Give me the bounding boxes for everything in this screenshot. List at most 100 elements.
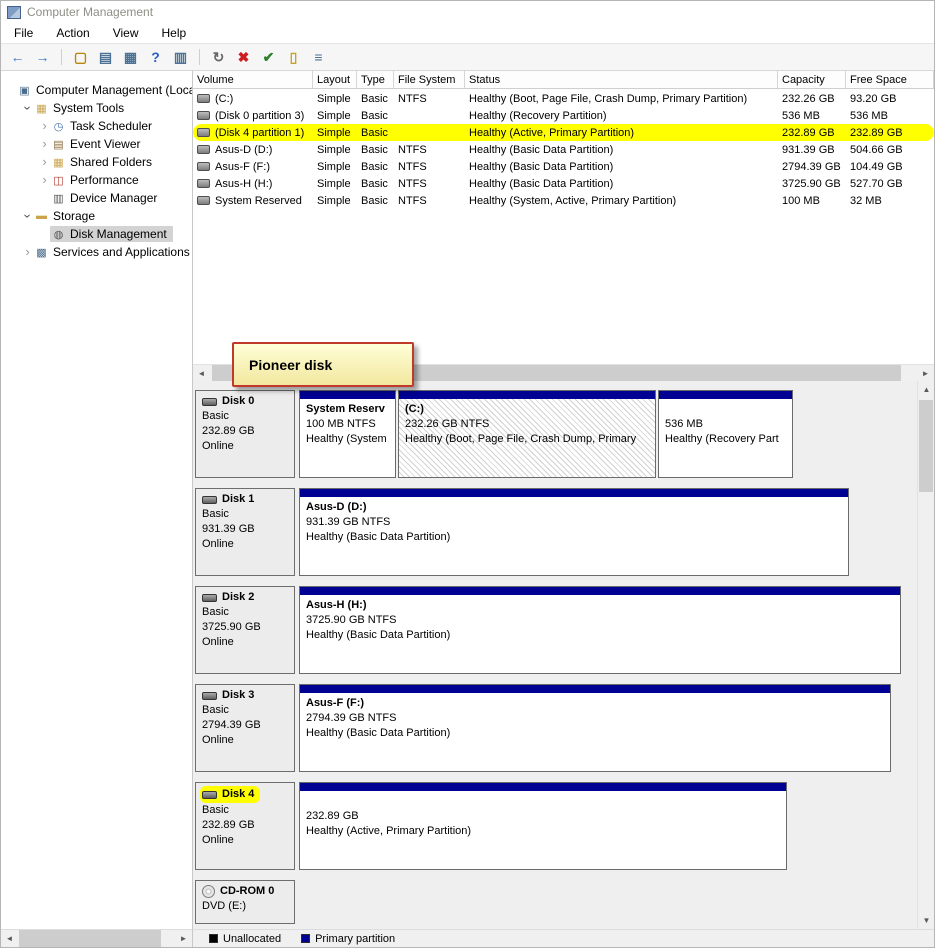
chevron-right-icon[interactable]: ›	[39, 155, 50, 168]
partition-size: 2794.39 GB NTFS	[306, 712, 397, 724]
disk-name: Disk 2	[222, 591, 255, 603]
column-header-layout[interactable]: Layout	[313, 71, 357, 88]
disk-info-disk-3[interactable]: Disk 3 Basic 2794.39 GB Online	[195, 684, 295, 772]
menu-action[interactable]: Action	[53, 25, 92, 41]
disk-name: Disk 4	[222, 788, 255, 800]
column-header-volume[interactable]: Volume	[193, 71, 313, 88]
volume-icon	[197, 94, 210, 103]
scroll-left-icon[interactable]: ◄	[193, 365, 210, 382]
menu-file[interactable]: File	[11, 25, 36, 41]
partition-name: Asus-F (F:)	[306, 697, 365, 709]
chevron-right-icon[interactable]: ›	[39, 173, 50, 186]
tree-item-shared-folders[interactable]: › ▦ Shared Folders	[1, 153, 192, 171]
column-header-type[interactable]: Type	[357, 71, 394, 88]
properties-icon[interactable]: ▦	[119, 46, 142, 68]
volume-row-disk-4-partition-1[interactable]: (Disk 4 partition 1) Simple Basic Healthy (…	[193, 124, 934, 141]
disk-info-disk-2[interactable]: Disk 2 Basic 3725.90 GB Online	[195, 586, 295, 674]
disk-row-disk-3: Disk 3 Basic 2794.39 GB Online Asus-F (F:) 27…	[195, 684, 915, 772]
chevron-right-icon[interactable]: ›	[39, 137, 50, 150]
disk-info-disk-0[interactable]: Disk 0 Basic 232.89 GB Online	[195, 390, 295, 478]
disk-info-cd-rom-0[interactable]: CD-ROM 0 DVD (E:)	[195, 880, 295, 924]
column-header-status[interactable]: Status	[465, 71, 778, 88]
tree-item-system-tools[interactable]: › ▦ System Tools	[1, 99, 192, 117]
delete-volume-icon[interactable]: ✖	[232, 46, 255, 68]
tree-horizontal-scrollbar[interactable]: ◄ ►	[1, 929, 193, 947]
cell-layout: Simple	[317, 143, 351, 156]
volume-name: (Disk 0 partition 3)	[215, 109, 305, 122]
partition-asus-f-f[interactable]: Asus-F (F:) 2794.39 GB NTFS Healthy (Basic…	[299, 684, 891, 772]
menu-help[interactable]: Help	[159, 25, 190, 41]
partitions: Asus-F (F:) 2794.39 GB NTFS Healthy (Basic…	[299, 684, 891, 772]
forward-icon[interactable]: →	[31, 46, 54, 68]
partition-disk-0-unlabeled[interactable]: 536 MB Healthy (Recovery Part	[658, 390, 793, 478]
disk-info-disk-4[interactable]: Disk 4 Basic 232.89 GB Online	[195, 782, 295, 870]
volume-name: Asus-H (H:)	[215, 177, 273, 190]
views-icon[interactable]: ▥	[169, 46, 192, 68]
column-header-file-system[interactable]: File System	[394, 71, 465, 88]
show-console-tree-icon[interactable]: ▢	[61, 46, 92, 68]
scroll-up-icon[interactable]: ▲	[918, 381, 934, 398]
scroll-down-icon[interactable]: ▼	[918, 912, 934, 929]
volume-row-disk-0-partition-3[interactable]: (Disk 0 partition 3) Simple Basic Healthy (…	[193, 107, 934, 124]
menu-view[interactable]: View	[110, 25, 142, 41]
tree-item-label: System Tools	[53, 101, 125, 115]
partition-asus-d-d[interactable]: Asus-D (D:) 931.39 GB NTFS Healthy (Basic …	[299, 488, 849, 576]
scroll-right-icon[interactable]: ►	[917, 365, 934, 382]
legend-label: Primary partition	[315, 932, 396, 945]
volume-row-asus-h-h[interactable]: Asus-H (H:) Simple Basic NTFS Healthy (Basic…	[193, 175, 934, 192]
partition-c[interactable]: (C:) 232.26 GB NTFS Healthy (Boot, Page Fi…	[398, 390, 656, 478]
cd-rom-icon	[202, 885, 215, 898]
chevron-down-icon[interactable]: ›	[21, 211, 36, 222]
partition-system-reserv[interactable]: System Reserv 100 MB NTFS Healthy (System	[299, 390, 396, 478]
disk-name: CD-ROM 0	[220, 885, 275, 897]
tree-item-computer-management-local[interactable]: ▣ Computer Management (Local	[1, 81, 192, 99]
volume-row-asus-f-f[interactable]: Asus-F (F:) Simple Basic NTFS Healthy (Basic…	[193, 158, 934, 175]
tree-item-label: Shared Folders	[70, 155, 153, 169]
column-header-capacity[interactable]: Capacity	[778, 71, 846, 88]
new-volume-icon[interactable]: ▯	[282, 46, 305, 68]
column-header-free-space[interactable]: Free Space	[846, 71, 934, 88]
disk-title-highlight: CD-ROM 0	[202, 884, 277, 899]
partition-asus-h-h[interactable]: Asus-H (H:) 3725.90 GB NTFS Healthy (Basic…	[299, 586, 901, 674]
details-view-icon[interactable]: ≡	[307, 46, 330, 68]
chevron-right-icon[interactable]: ›	[22, 245, 33, 258]
disk-graphic-panel: Disk 0 Basic 232.89 GB Online System Reserv 1…	[193, 381, 934, 929]
export-list-icon[interactable]: ▤	[94, 46, 117, 68]
back-icon[interactable]: ←	[6, 46, 29, 68]
tree-scrollbar-track[interactable]	[18, 930, 175, 947]
tree-scroll-right-icon[interactable]: ►	[175, 930, 192, 947]
tree-item-performance[interactable]: › ◫ Performance	[1, 171, 192, 189]
cell-status: Healthy (Basic Data Partition)	[469, 177, 614, 190]
refresh-icon[interactable]: ↻	[199, 46, 230, 68]
tree-item-services-and-applications[interactable]: › ▩ Services and Applications	[1, 243, 192, 261]
disk-row-disk-1: Disk 1 Basic 931.39 GB Online Asus-D (D:) 931…	[195, 488, 915, 576]
tree-scroll-left-icon[interactable]: ◄	[1, 930, 18, 947]
disk-info-disk-1[interactable]: Disk 1 Basic 931.39 GB Online	[195, 488, 295, 576]
tree-item-body: ▣ Computer Management (Local	[16, 82, 192, 98]
volume-cell: Asus-F (F:)	[193, 161, 313, 173]
disk-scrollbar-thumb[interactable]	[919, 400, 933, 492]
cell-type: Basic	[361, 92, 388, 105]
chevron-down-icon[interactable]: ›	[21, 103, 36, 114]
tree-item-storage[interactable]: › ▬ Storage	[1, 207, 192, 225]
tree-item-task-scheduler[interactable]: › ◷ Task Scheduler	[1, 117, 192, 135]
disk-scrollbar-track[interactable]	[918, 398, 934, 912]
computer-icon: ▣	[19, 84, 30, 97]
help-icon[interactable]: ?	[144, 46, 167, 68]
cell-free-space: 93.20 GB	[850, 92, 897, 105]
cell-capacity: 232.26 GB	[782, 92, 835, 105]
volume-row-asus-d-d[interactable]: Asus-D (D:) Simple Basic NTFS Healthy (Basic…	[193, 141, 934, 158]
tree-item-device-manager[interactable]: ▥ Device Manager	[1, 189, 192, 207]
partition-status: Healthy (Basic Data Partition)	[306, 629, 451, 641]
partition-name: System Reserv	[306, 403, 385, 415]
cell-layout: Simple	[317, 194, 351, 207]
partition-disk-4-unlabeled[interactable]: 232.89 GB Healthy (Active, Primary Partit…	[299, 782, 787, 870]
mark-partition-active-icon[interactable]: ✔	[257, 46, 280, 68]
chevron-right-icon[interactable]: ›	[39, 119, 50, 132]
tree-item-event-viewer[interactable]: › ▤ Event Viewer	[1, 135, 192, 153]
volume-row-c[interactable]: (C:) Simple Basic NTFS Healthy (Boot, Page F…	[193, 90, 934, 107]
disk-vertical-scrollbar[interactable]: ▲ ▼	[917, 381, 934, 929]
volume-row-system-reserved[interactable]: System Reserved Simple Basic NTFS Healthy (S…	[193, 192, 934, 209]
tree-item-disk-management[interactable]: ◍ Disk Management	[1, 225, 192, 243]
tree-scrollbar-thumb[interactable]	[19, 930, 161, 947]
